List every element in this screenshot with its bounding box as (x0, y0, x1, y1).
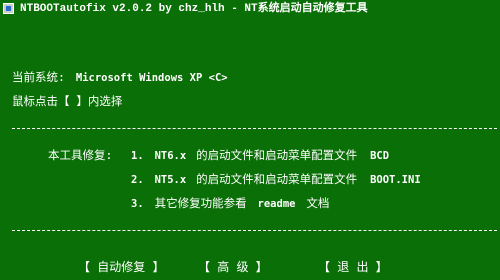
window-title: NTBOOTautofix v2.0.2 by chz_hlh - NT系统启动… (20, 3, 368, 15)
auto-repair-button[interactable]: 【 自动修复 】 (78, 260, 164, 274)
description-item-2: 2. NT5.x 的启动文件和启动菜单配置文件 BOOT.INI (131, 172, 421, 187)
title-bar[interactable]: NTBOOTautofix v2.0.2 by chz_hlh - NT系统启动… (0, 0, 500, 18)
item-1-file: BCD (370, 150, 390, 162)
description-item-1: 1. NT6.x 的启动文件和启动菜单配置文件 BCD (131, 148, 389, 163)
item-2-text: 的启动文件和启动菜单配置文件 (196, 172, 358, 186)
current-system-value: Microsoft Windows XP <C> (75, 72, 228, 84)
current-system-row: 当前系统: Microsoft Windows XP <C> (12, 70, 228, 85)
item-2-version: NT5.x (154, 174, 187, 186)
item-1-version: NT6.x (154, 150, 187, 162)
exit-button[interactable]: 【 退 出 】 (318, 260, 388, 274)
divider-bottom (12, 230, 497, 231)
item-2-file: BOOT.INI (370, 174, 421, 186)
description-item-3: 3. 其它修复功能参看 readme 文档 (131, 196, 329, 211)
selection-hint: 鼠标点击【 】内选择 (12, 94, 123, 108)
current-system-label: 当前系统: (12, 70, 65, 84)
item-3-text: 其它修复功能参看 (154, 196, 247, 210)
item-3-number: 3. (131, 198, 144, 210)
app-icon[interactable] (3, 3, 14, 14)
item-1-number: 1. (131, 150, 144, 162)
app-window: NTBOOTautofix v2.0.2 by chz_hlh - NT系统启动… (0, 0, 500, 280)
item-2-number: 2. (131, 174, 144, 186)
divider-top (12, 128, 497, 129)
item-3-end: 文档 (306, 196, 330, 210)
main-panel: 当前系统: Microsoft Windows XP <C> 鼠标点击【 】内选… (0, 18, 500, 280)
description-intro: 本工具修复: (48, 148, 113, 162)
advanced-button[interactable]: 【 高 级 】 (198, 260, 268, 274)
item-3-readme: readme (257, 198, 296, 210)
item-1-text: 的启动文件和启动菜单配置文件 (196, 148, 358, 162)
